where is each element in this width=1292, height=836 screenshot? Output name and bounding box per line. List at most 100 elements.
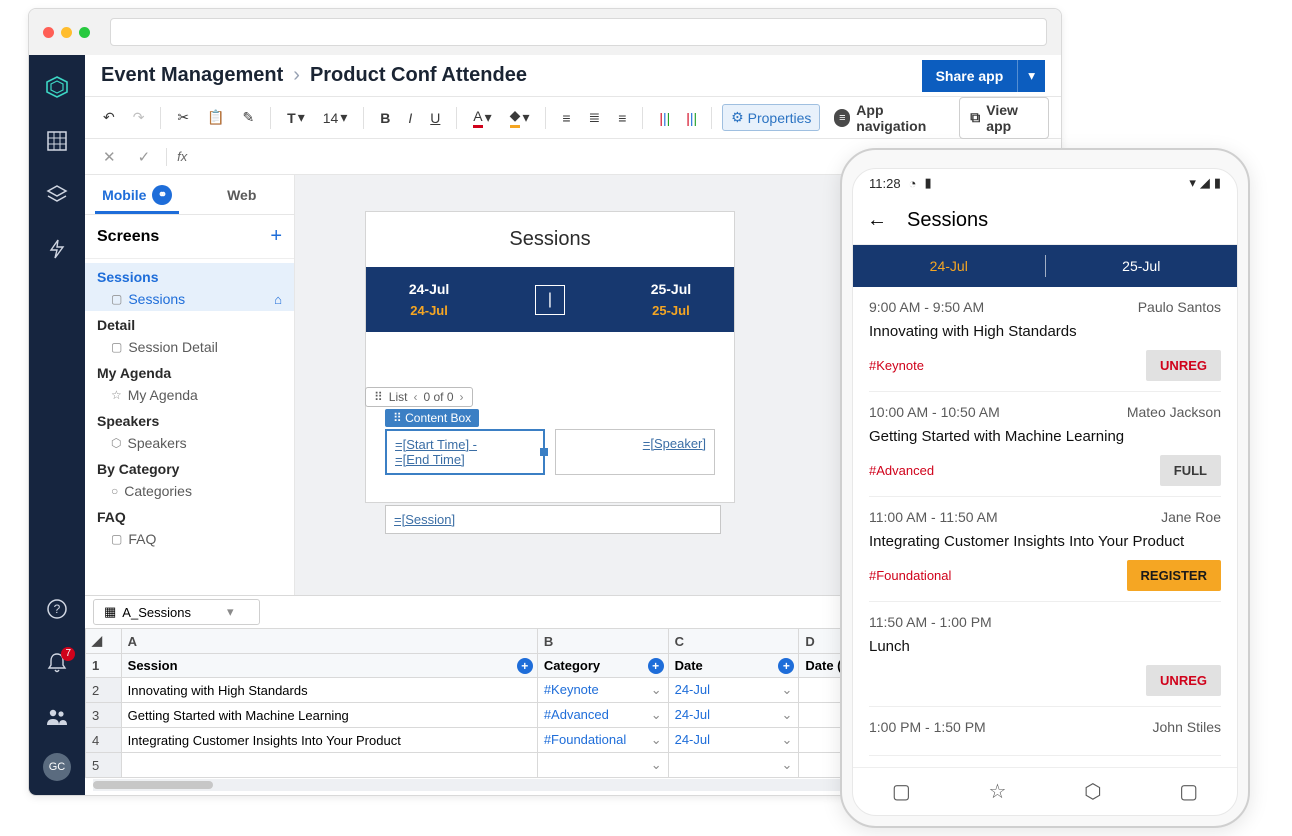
- column-header[interactable]: Session+: [121, 654, 537, 678]
- list-pager-chip[interactable]: ⠿ List ‹ 0 of 0 ›: [365, 387, 473, 407]
- grid-icon[interactable]: [29, 123, 85, 159]
- font-size-dropdown[interactable]: 14 ▾: [317, 105, 354, 130]
- phone-tab-2[interactable]: 25-Jul: [1046, 258, 1238, 274]
- column-letter[interactable]: B: [537, 629, 668, 654]
- phone-tab-1[interactable]: 24-Jul: [853, 258, 1045, 274]
- avatar[interactable]: GC: [43, 753, 71, 781]
- pager-next-icon[interactable]: ›: [460, 390, 464, 404]
- minimize-dot[interactable]: [61, 27, 72, 38]
- tab-web[interactable]: Web: [190, 175, 295, 214]
- align-right-button[interactable]: ≡: [612, 106, 632, 130]
- help-icon[interactable]: ?: [29, 591, 85, 627]
- share-app-caret[interactable]: ▾: [1017, 60, 1045, 92]
- properties-button[interactable]: ⚙ Properties: [722, 104, 820, 131]
- screen-group[interactable]: Detail: [85, 311, 294, 335]
- canvas-tab-1[interactable]: 24-Jul24-Jul: [409, 281, 449, 318]
- close-dot[interactable]: [43, 27, 54, 38]
- view-app-button[interactable]: ⧉ View app: [959, 97, 1049, 139]
- cell-date[interactable]: 24-Jul⌄: [668, 678, 799, 703]
- session-action-button[interactable]: UNREG: [1146, 350, 1221, 381]
- session-action-button[interactable]: FULL: [1160, 455, 1221, 486]
- italic-button[interactable]: I: [402, 106, 418, 130]
- screen-group[interactable]: Speakers: [85, 407, 294, 431]
- nav-speakers-icon[interactable]: ⬡: [1084, 779, 1101, 804]
- session-action-button[interactable]: REGISTER: [1127, 560, 1221, 591]
- row-number[interactable]: 1: [86, 654, 122, 678]
- cell-date[interactable]: 24-Jul⌄: [668, 703, 799, 728]
- screen-group[interactable]: Sessions: [85, 263, 294, 287]
- maximize-dot[interactable]: [79, 27, 90, 38]
- back-arrow-icon[interactable]: ←: [867, 209, 887, 232]
- tab-cursor[interactable]: |: [535, 285, 565, 315]
- logo-icon[interactable]: [29, 69, 85, 105]
- screen-item[interactable]: ▢Session Detail: [85, 335, 294, 359]
- session-card[interactable]: 10:00 AM - 10:50 AMMateo JacksonGetting …: [869, 392, 1221, 497]
- add-column-icon[interactable]: +: [648, 658, 664, 674]
- resize-handle-icon[interactable]: [540, 448, 548, 456]
- screen-item[interactable]: ▢Sessions⌂: [85, 287, 294, 311]
- add-column-icon[interactable]: +: [517, 658, 533, 674]
- bolt-icon[interactable]: [29, 231, 85, 267]
- text-color-button[interactable]: A ▾: [467, 104, 497, 132]
- cell-session[interactable]: [121, 753, 537, 778]
- select-all-cell[interactable]: ◢: [86, 629, 122, 654]
- cancel-formula-button[interactable]: ✕: [97, 148, 122, 166]
- screen-group[interactable]: FAQ: [85, 503, 294, 527]
- fill-color-button[interactable]: ◆ ▾: [504, 103, 536, 132]
- field-time[interactable]: =[Start Time] - =[End Time]: [385, 429, 545, 475]
- session-card[interactable]: 11:50 AM - 1:00 PMLunchUNREG: [869, 602, 1221, 707]
- add-column-icon[interactable]: +: [778, 658, 794, 674]
- screen-item[interactable]: ○Categories: [85, 479, 294, 503]
- align-center-button[interactable]: ≣: [583, 105, 607, 130]
- session-action-button[interactable]: UNREG: [1146, 665, 1221, 696]
- chevron-down-icon[interactable]: ▾: [227, 604, 234, 620]
- font-style-dropdown[interactable]: T ▾: [281, 105, 311, 130]
- row-number[interactable]: 5: [86, 753, 122, 778]
- pager-prev-icon[interactable]: ‹: [413, 390, 417, 404]
- cell-category[interactable]: #Foundational⌄: [537, 728, 668, 753]
- rows-icon[interactable]: |||: [680, 106, 701, 130]
- session-card[interactable]: 1:00 PM - 1:50 PMJohn Stiles: [869, 707, 1221, 756]
- sheet-tab[interactable]: ▦ A_Sessions ▾: [93, 599, 260, 625]
- row-number[interactable]: 4: [86, 728, 122, 753]
- cut-icon[interactable]: ✂: [171, 105, 195, 130]
- column-letter[interactable]: C: [668, 629, 799, 654]
- column-letter[interactable]: A: [121, 629, 537, 654]
- content-box-label[interactable]: ⠿ Content Box: [385, 409, 479, 427]
- row-number[interactable]: 3: [86, 703, 122, 728]
- breadcrumb-root[interactable]: Event Management: [101, 64, 283, 87]
- align-left-button[interactable]: ≡: [556, 106, 576, 130]
- redo-icon[interactable]: ↷: [127, 105, 151, 130]
- undo-icon[interactable]: ↶: [97, 105, 121, 130]
- share-app-button[interactable]: Share app: [922, 60, 1018, 92]
- underline-button[interactable]: U: [424, 106, 446, 130]
- add-screen-button[interactable]: +: [270, 225, 282, 248]
- session-card[interactable]: 11:00 AM - 11:50 AMJane RoeIntegrating C…: [869, 497, 1221, 602]
- bell-icon[interactable]: 7: [29, 645, 85, 681]
- columns-icon[interactable]: |||: [653, 106, 674, 130]
- format-painter-icon[interactable]: ✎: [237, 105, 261, 130]
- nav-agenda-icon[interactable]: ☆: [988, 779, 1006, 804]
- cell-session[interactable]: Getting Started with Machine Learning: [121, 703, 537, 728]
- nav-sessions-icon[interactable]: ▢: [892, 779, 911, 804]
- nav-more-icon[interactable]: ▢: [1179, 779, 1198, 804]
- cell-date[interactable]: 24-Jul⌄: [668, 728, 799, 753]
- cell-session[interactable]: Integrating Customer Insights Into Your …: [121, 728, 537, 753]
- field-speaker[interactable]: =[Speaker]: [555, 429, 715, 475]
- url-bar[interactable]: [110, 18, 1047, 46]
- column-header[interactable]: Date+: [668, 654, 799, 678]
- column-header[interactable]: Category+: [537, 654, 668, 678]
- screen-group[interactable]: By Category: [85, 455, 294, 479]
- cell-category[interactable]: ⌄: [537, 753, 668, 778]
- field-session[interactable]: =[Session]: [385, 505, 721, 534]
- layers-icon[interactable]: [29, 177, 85, 213]
- cell-category[interactable]: #Keynote⌄: [537, 678, 668, 703]
- cell-category[interactable]: #Advanced⌄: [537, 703, 668, 728]
- screen-item[interactable]: ▢FAQ: [85, 527, 294, 551]
- session-card[interactable]: 9:00 AM - 9:50 AMPaulo SantosInnovating …: [869, 287, 1221, 392]
- screen-group[interactable]: My Agenda: [85, 359, 294, 383]
- accept-formula-button[interactable]: ✓: [132, 148, 157, 166]
- tab-mobile[interactable]: Mobile ⚭: [85, 175, 190, 214]
- cell-date[interactable]: ⌄: [668, 753, 799, 778]
- app-navigation-button[interactable]: ≡ App navigation: [826, 98, 953, 138]
